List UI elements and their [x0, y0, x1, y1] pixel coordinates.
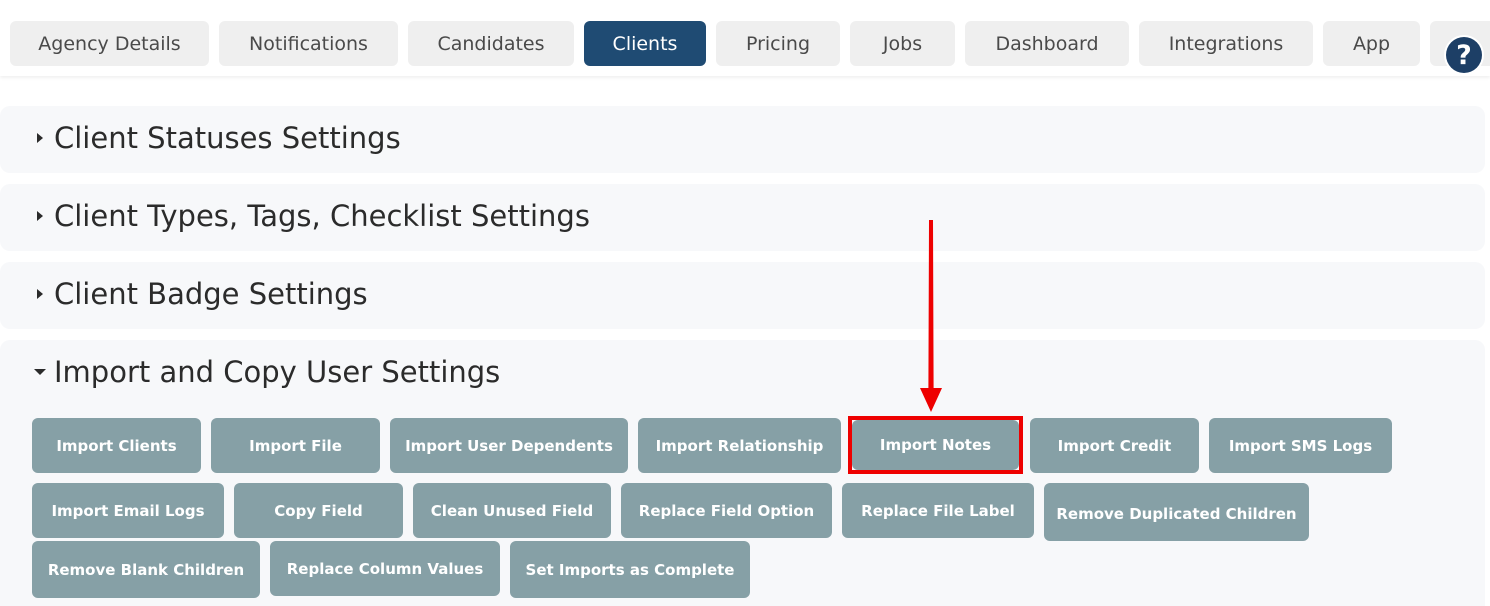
section-title: Import and Copy User Settings — [54, 355, 501, 389]
section-header-client-badge[interactable]: Client Badge Settings — [34, 277, 368, 311]
settings-tab-bar: Agency Details Notifications Candidates … — [0, 0, 1490, 76]
replace-file-label-button[interactable]: Replace File Label — [842, 483, 1034, 538]
import-credit-button[interactable]: Import Credit — [1030, 418, 1199, 473]
clean-unused-field-button[interactable]: Clean Unused Field — [413, 483, 611, 538]
section-header-client-types[interactable]: Client Types, Tags, Checklist Settings — [34, 199, 590, 233]
replace-column-values-button[interactable]: Replace Column Values — [270, 541, 500, 596]
section-client-statuses: Client Statuses Settings — [0, 106, 1485, 173]
section-header-client-statuses[interactable]: Client Statuses Settings — [34, 121, 401, 155]
section-client-badge: Client Badge Settings — [0, 262, 1485, 329]
caret-right-icon — [34, 209, 46, 223]
settings-page: Agency Details Notifications Candidates … — [0, 0, 1490, 606]
section-title: Client Statuses Settings — [54, 121, 401, 155]
section-title: Client Badge Settings — [54, 277, 368, 311]
tab-jobs[interactable]: Jobs — [850, 21, 955, 66]
tab-integrations[interactable]: Integrations — [1139, 21, 1313, 66]
caret-right-icon — [34, 131, 46, 145]
caret-down-icon — [34, 365, 46, 379]
tab-dashboard[interactable]: Dashboard — [965, 21, 1129, 66]
section-header-import-copy[interactable]: Import and Copy User Settings — [34, 355, 500, 389]
import-notes-button[interactable]: Import Notes — [852, 420, 1019, 470]
caret-right-icon — [34, 287, 46, 301]
section-client-types: Client Types, Tags, Checklist Settings — [0, 184, 1485, 251]
tab-app[interactable]: App — [1323, 21, 1420, 66]
import-user-dependents-button[interactable]: Import User Dependents — [390, 418, 628, 473]
help-icon[interactable]: ? — [1446, 37, 1482, 73]
tab-notifications[interactable]: Notifications — [219, 21, 398, 66]
tab-clients[interactable]: Clients — [584, 21, 706, 66]
import-clients-button[interactable]: Import Clients — [32, 418, 201, 473]
section-title: Client Types, Tags, Checklist Settings — [54, 199, 590, 233]
tab-candidates[interactable]: Candidates — [408, 21, 574, 66]
remove-duplicated-children-button[interactable]: Remove Duplicated Children — [1044, 483, 1309, 541]
remove-blank-children-button[interactable]: Remove Blank Children — [32, 541, 260, 598]
import-file-button[interactable]: Import File — [211, 418, 380, 473]
replace-field-option-button[interactable]: Replace Field Option — [621, 483, 832, 538]
tab-pricing[interactable]: Pricing — [716, 21, 840, 66]
set-imports-complete-button[interactable]: Set Imports as Complete — [510, 541, 750, 598]
import-sms-logs-button[interactable]: Import SMS Logs — [1209, 418, 1392, 473]
copy-field-button[interactable]: Copy Field — [234, 483, 403, 538]
tab-agency-details[interactable]: Agency Details — [10, 21, 209, 66]
import-relationship-button[interactable]: Import Relationship — [638, 418, 841, 473]
import-email-logs-button[interactable]: Import Email Logs — [32, 483, 224, 538]
